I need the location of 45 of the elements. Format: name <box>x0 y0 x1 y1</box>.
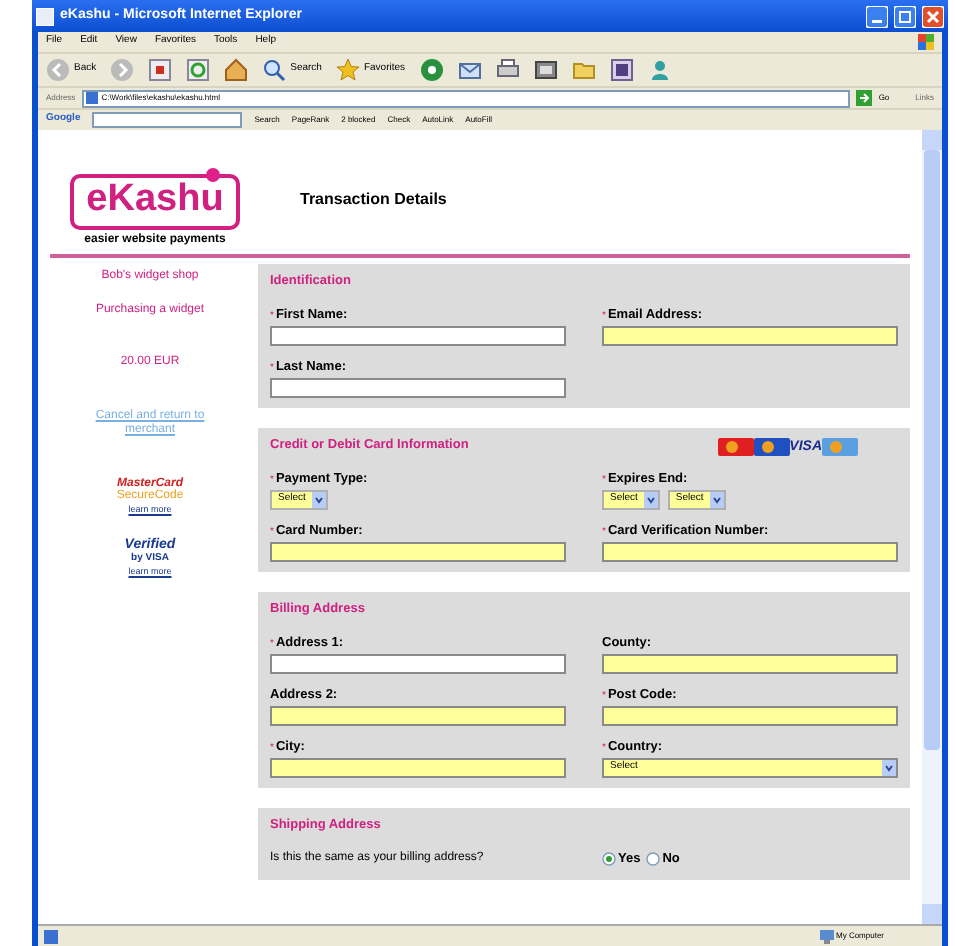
windows-logo-icon <box>918 34 934 50</box>
card-logo-icon <box>822 437 858 455</box>
research-icon[interactable] <box>609 58 634 82</box>
input-field[interactable] <box>270 326 566 346</box>
edit-icon[interactable] <box>533 58 558 82</box>
card-logo-icon <box>717 437 754 455</box>
radio-icon[interactable] <box>602 852 616 867</box>
input-field[interactable] <box>270 654 566 674</box>
refresh-icon[interactable] <box>186 58 211 82</box>
dot-icon <box>205 168 220 182</box>
input-field[interactable] <box>602 326 898 346</box>
star-icon <box>335 58 360 82</box>
input-field[interactable] <box>602 654 898 674</box>
radio-icon[interactable] <box>646 852 661 867</box>
input-field[interactable] <box>602 542 898 562</box>
caret-icon <box>882 760 896 776</box>
person-icon[interactable] <box>647 58 672 82</box>
envelope-icon[interactable] <box>457 58 482 82</box>
stop-icon[interactable] <box>148 58 173 82</box>
input-field[interactable] <box>270 758 566 778</box>
input-field[interactable] <box>270 542 566 562</box>
close-icon[interactable] <box>922 5 944 27</box>
logo-badge: eKashu <box>70 174 240 230</box>
page-heading: Transaction Details <box>300 188 447 212</box>
page-icon <box>85 92 98 104</box>
scrollbar[interactable] <box>922 130 942 924</box>
house-icon[interactable] <box>224 58 249 82</box>
computer-icon <box>820 929 834 943</box>
caret-icon <box>709 492 724 508</box>
input-field[interactable] <box>602 706 898 726</box>
google-search-field[interactable] <box>92 112 243 128</box>
page-icon <box>44 929 58 943</box>
media-icon[interactable] <box>419 58 444 82</box>
maximize-icon[interactable] <box>894 5 916 27</box>
folder-icon[interactable] <box>571 58 596 82</box>
go-arrow-icon[interactable] <box>856 90 873 106</box>
search-icon <box>262 58 287 82</box>
card-logo-icon <box>753 437 790 455</box>
input-field[interactable] <box>270 378 566 398</box>
input-field[interactable] <box>270 706 566 726</box>
printer-icon[interactable] <box>495 58 520 82</box>
page-icon <box>36 7 54 25</box>
caret-icon <box>643 492 658 508</box>
caret-icon <box>311 492 326 508</box>
minimize-icon[interactable] <box>866 5 888 27</box>
